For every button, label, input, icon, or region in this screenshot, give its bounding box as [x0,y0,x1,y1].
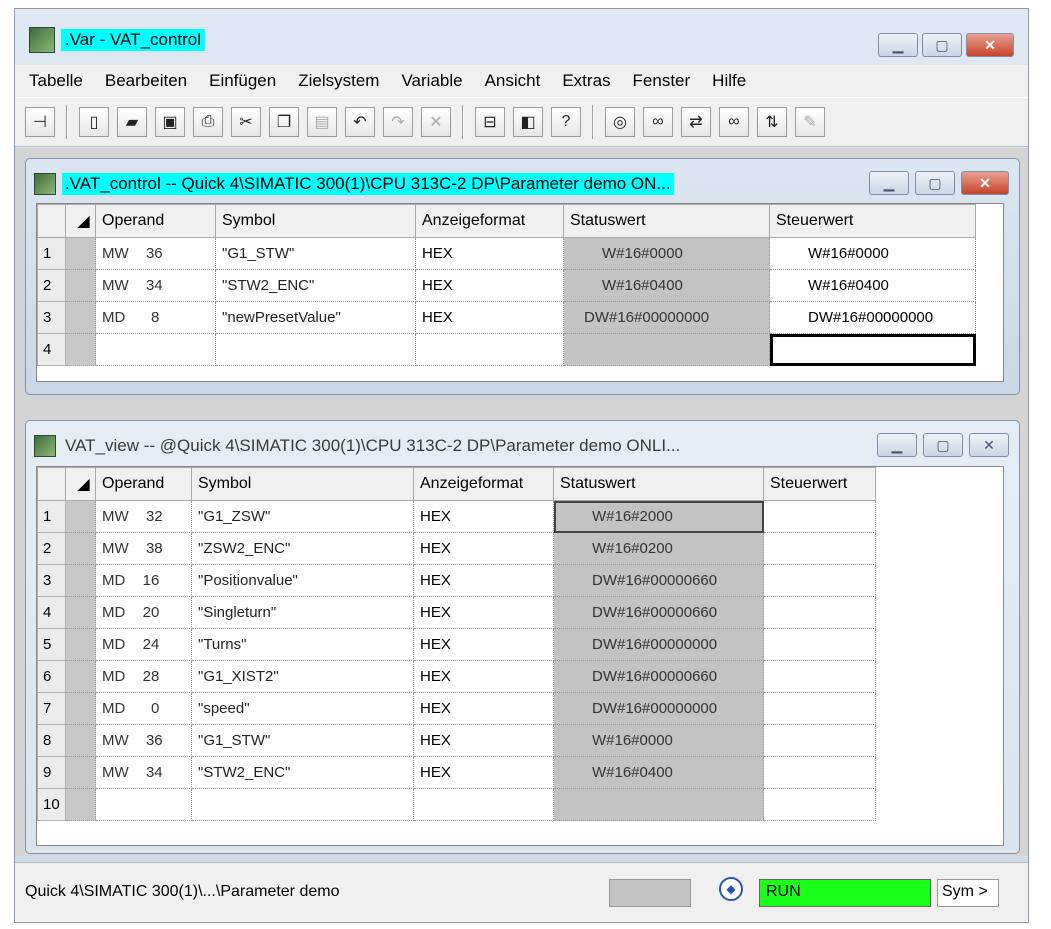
menu-bar: Tabelle Bearbeiten Einfügen Zielsystem V… [15,65,1028,97]
activate-modify-icon[interactable]: ⇅ [757,107,787,137]
header-symbol[interactable]: Symbol [215,204,416,238]
table-row[interactable]: 3 MD 16 "Positionvalue" HEX DW#16#00000660 [37,564,876,597]
table-header: ◢ Operand Symbol Anzeigeformat Statuswer… [37,467,876,501]
cut-icon[interactable]: ✂ [231,107,261,137]
app-icon [29,27,55,53]
maximize-button[interactable]: ▢ [922,33,962,57]
vat-icon [34,435,56,457]
redo-icon[interactable]: ↷ [383,107,413,137]
table-row[interactable]: 1 MW 32 "G1_ZSW" HEX W#16#2000 [37,500,876,533]
table-row[interactable]: 8 MW 36 "G1_STW" HEX W#16#0000 [37,724,876,757]
cpu-mode-indicator: RUN [759,879,931,907]
table-row[interactable]: 7 MD 0 "speed" HEX DW#16#00000000 [37,692,876,725]
update-monitor-icon[interactable]: ∞ [719,107,749,137]
table-header: ◢ Operand Symbol Anzeigeformat Statuswer… [37,204,976,238]
toolbar: ⊣ ▯ ▰ ▣ ⎙ ✂ ❐ ▤ ↶ ↷ ✕ ⊟ ◧ ? ◎ ∞ ⇄ ∞ ⇅ ✎ [15,97,1028,147]
vat-control-window: .VAT_control -- Quick 4\SIMATIC 300(1)\C… [25,158,1020,395]
header-format[interactable]: Anzeigeformat [413,467,554,501]
mdi-area: .VAT_control -- Quick 4\SIMATIC 300(1)\C… [15,148,1028,856]
pin-icon[interactable]: ⊣ [25,107,55,137]
maximize-button[interactable]: ▢ [923,433,963,457]
vat-view-table: ◢ Operand Symbol Anzeigeformat Statuswer… [36,466,1004,846]
table-row[interactable]: 10 [37,788,876,821]
monitor-icon[interactable]: ◎ [605,107,635,137]
paste-icon[interactable]: ▤ [307,107,337,137]
symbol-mode-indicator[interactable]: Sym > [937,879,999,907]
table-row[interactable]: 6 MD 28 "G1_XIST2" HEX DW#16#00000660 [37,660,876,693]
help-pointer-icon[interactable]: ? [551,107,581,137]
vat-control-title[interactable]: .VAT_control -- Quick 4\SIMATIC 300(1)\C… [62,173,674,195]
open-folder-icon[interactable]: ▰ [117,107,147,137]
vat-view-title[interactable]: VAT_view -- @Quick 4\SIMATIC 300(1)\CPU … [62,435,683,457]
status-bar: Quick 4\SIMATIC 300(1)\...\Parameter dem… [15,862,1028,922]
monitor-variable-icon[interactable]: ∞ [643,107,673,137]
header-operand[interactable]: Operand [95,467,192,501]
table-row[interactable]: 2 MW 34 "STW2_ENC" HEX W#16#0400 W#16#040… [37,269,976,302]
menu-zielsystem[interactable]: Zielsystem [298,71,379,91]
maximize-button[interactable]: ▢ [915,171,955,195]
header-status[interactable]: Statuswert [563,204,770,238]
operating-mode-icon[interactable]: ◧ [513,107,543,137]
force-icon[interactable]: ✎ [795,107,825,137]
header-format[interactable]: Anzeigeformat [415,204,564,238]
vat-control-table: ◢ Operand Symbol Anzeigeformat Statuswer… [36,203,1004,382]
online-icon: ◆ [719,877,743,901]
print-icon[interactable]: ⎙ [193,107,223,137]
delete-icon[interactable]: ✕ [421,107,451,137]
vat-view-window: VAT_view -- @Quick 4\SIMATIC 300(1)\CPU … [25,420,1020,854]
menu-bearbeiten[interactable]: Bearbeiten [105,71,187,91]
table-row[interactable]: 2 MW 38 "ZSW2_ENC" HEX W#16#0200 [37,532,876,565]
column-settings-icon[interactable]: ◢ [65,467,96,501]
header-status[interactable]: Statuswert [553,467,764,501]
save-icon[interactable]: ▣ [155,107,185,137]
app-window: .Var - VAT_control ▁ ▢ ✕ Tabelle Bearbei… [14,8,1029,923]
table-row[interactable]: 4 [37,333,976,366]
modify-variable-icon[interactable]: ⇄ [681,107,711,137]
menu-hilfe[interactable]: Hilfe [712,71,746,91]
minimize-button[interactable]: ▁ [878,33,918,57]
header-operand[interactable]: Operand [95,204,216,238]
status-progress [609,879,691,907]
header-control[interactable]: Steuerwert [769,204,976,238]
status-path: Quick 4\SIMATIC 300(1)\...\Parameter dem… [25,883,340,900]
header-symbol[interactable]: Symbol [191,467,414,501]
menu-tabelle[interactable]: Tabelle [29,71,83,91]
table-row[interactable]: 3 MD 8 "newPresetValue" HEX DW#16#0000000… [37,301,976,334]
column-settings-icon[interactable]: ◢ [65,204,96,238]
menu-extras[interactable]: Extras [562,71,610,91]
table-row[interactable]: 9 MW 34 "STW2_ENC" HEX W#16#0400 [37,756,876,789]
menu-variable[interactable]: Variable [401,71,462,91]
menu-einfuegen[interactable]: Einfügen [209,71,276,91]
control-value-input[interactable] [769,333,976,366]
title-bar[interactable]: .Var - VAT_control ▁ ▢ ✕ [15,9,1028,65]
window-title: .Var - VAT_control [61,29,206,51]
close-button[interactable]: ✕ [966,33,1014,57]
menu-fenster[interactable]: Fenster [633,71,691,91]
copy-icon[interactable]: ❐ [269,107,299,137]
table-row[interactable]: 4 MD 20 "Singleturn" HEX DW#16#00000660 [37,596,876,629]
undo-icon[interactable]: ↶ [345,107,375,137]
header-control[interactable]: Steuerwert [763,467,876,501]
close-button[interactable]: ✕ [969,433,1009,457]
menu-ansicht[interactable]: Ansicht [485,71,541,91]
minimize-button[interactable]: ▁ [877,433,917,457]
new-file-icon[interactable]: ▯ [79,107,109,137]
close-button[interactable]: ✕ [961,171,1009,195]
vat-icon [34,173,56,195]
minimize-button[interactable]: ▁ [869,171,909,195]
table-row[interactable]: 5 MD 24 "Turns" HEX DW#16#00000000 [37,628,876,661]
accessible-nodes-icon[interactable]: ⊟ [475,107,505,137]
table-row[interactable]: 1 MW 36 "G1_STW" HEX W#16#0000 W#16#0000 [37,237,976,270]
